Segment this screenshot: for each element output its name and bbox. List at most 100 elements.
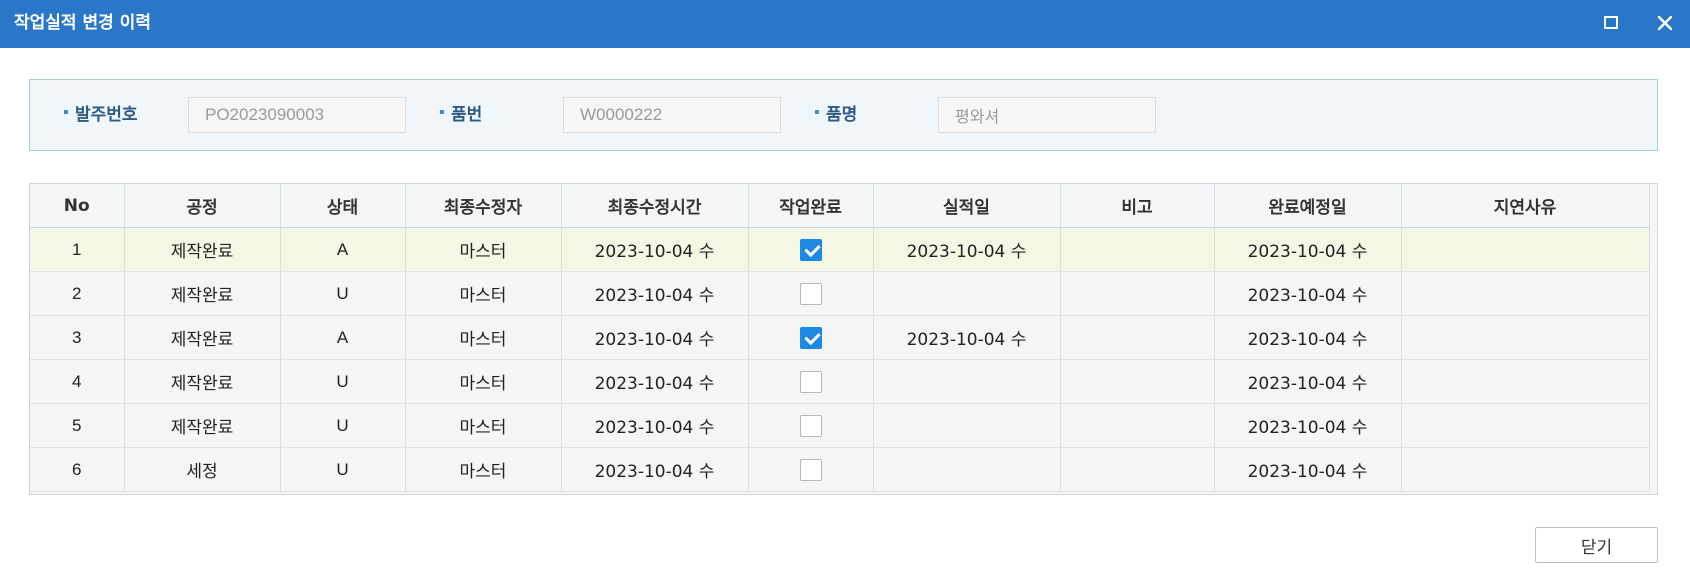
cell-modifier: 마스터 <box>405 315 562 360</box>
cell-due-date: 2023-10-04 수 <box>1214 447 1402 492</box>
cell-modifier: 마스터 <box>405 359 562 404</box>
table-row[interactable]: 2 제작완료 U 마스터 2023-10-04 수 2023-10-04 수 <box>30 271 1650 316</box>
cell-status: A <box>280 315 406 360</box>
column-header[interactable]: 작업완료 <box>748 184 874 228</box>
cell-result-date <box>873 447 1061 492</box>
maximize-icon <box>1604 16 1618 29</box>
cell-result-date: 2023-10-04 수 <box>873 315 1061 360</box>
table-row[interactable]: 5 제작완료 U 마스터 2023-10-04 수 2023-10-04 수 <box>30 403 1650 448</box>
cell-no: 1 <box>30 227 125 272</box>
bullet-icon <box>440 110 444 114</box>
part-name-field[interactable] <box>938 97 1156 133</box>
cell-modified-at: 2023-10-04 수 <box>561 271 749 316</box>
column-header[interactable]: 최종수정시간 <box>561 184 749 228</box>
cell-due-date: 2023-10-04 수 <box>1214 359 1402 404</box>
cell-note <box>1060 403 1215 448</box>
history-grid: No 공정 상태 최종수정자 최종수정시간 작업완료 실적일 비고 완료예정일 지연사유 1 제작완… <box>29 183 1658 495</box>
table-row[interactable]: 3 제작완료 A 마스터 2023-10-04 수 2023-10-04 수 2023-10… <box>30 315 1650 360</box>
column-header[interactable]: 비고 <box>1060 184 1215 228</box>
part-name-label: 품명 <box>815 80 857 150</box>
done-checkbox[interactable] <box>799 238 822 261</box>
column-header[interactable]: 최종수정자 <box>405 184 562 228</box>
cell-due-date: 2023-10-04 수 <box>1214 227 1402 272</box>
cell-delay-reason <box>1401 359 1650 404</box>
cell-result-date <box>873 271 1061 316</box>
cell-delay-reason <box>1401 447 1650 492</box>
history-table: No 공정 상태 최종수정자 최종수정시간 작업완료 실적일 비고 완료예정일 지연사유 1 제작완… <box>30 184 1650 492</box>
column-header[interactable]: 상태 <box>280 184 406 228</box>
bullet-icon <box>815 110 819 114</box>
cell-note <box>1060 359 1215 404</box>
cell-note <box>1060 227 1215 272</box>
column-header[interactable]: 공정 <box>124 184 281 228</box>
cell-modified-at: 2023-10-04 수 <box>561 403 749 448</box>
done-checkbox[interactable] <box>799 282 822 305</box>
cell-status: A <box>280 227 406 272</box>
cell-no: 4 <box>30 359 125 404</box>
cell-done <box>748 227 874 272</box>
cell-process: 제작완료 <box>124 227 281 272</box>
maximize-button[interactable] <box>1596 0 1626 46</box>
cell-delay-reason <box>1401 271 1650 316</box>
column-header[interactable]: No <box>30 184 125 228</box>
done-checkbox[interactable] <box>799 326 822 349</box>
part-no-field[interactable] <box>563 97 781 133</box>
table-row[interactable]: 4 제작완료 U 마스터 2023-10-04 수 2023-10-04 수 <box>30 359 1650 404</box>
cell-note <box>1060 315 1215 360</box>
cell-no: 3 <box>30 315 125 360</box>
table-row[interactable]: 6 세정 U 마스터 2023-10-04 수 2023-10-04 수 <box>30 447 1650 492</box>
cell-result-date <box>873 359 1061 404</box>
cell-result-date <box>873 403 1061 448</box>
cell-modified-at: 2023-10-04 수 <box>561 359 749 404</box>
cell-done <box>748 315 874 360</box>
cell-modifier: 마스터 <box>405 403 562 448</box>
cell-status: U <box>280 359 406 404</box>
cell-status: U <box>280 271 406 316</box>
done-checkbox[interactable] <box>799 414 822 437</box>
cell-modifier: 마스터 <box>405 447 562 492</box>
cell-done <box>748 447 874 492</box>
cell-delay-reason <box>1401 403 1650 448</box>
cell-done <box>748 403 874 448</box>
cell-process: 제작완료 <box>124 403 281 448</box>
cell-note <box>1060 271 1215 316</box>
cell-done <box>748 359 874 404</box>
cell-result-date: 2023-10-04 수 <box>873 227 1061 272</box>
cell-process: 제작완료 <box>124 359 281 404</box>
cell-modified-at: 2023-10-04 수 <box>561 227 749 272</box>
column-header[interactable]: 지연사유 <box>1401 184 1650 228</box>
column-header[interactable]: 실적일 <box>873 184 1061 228</box>
done-checkbox[interactable] <box>799 458 822 481</box>
column-header[interactable]: 완료예정일 <box>1214 184 1402 228</box>
close-window-button[interactable] <box>1650 0 1680 46</box>
cell-modifier: 마스터 <box>405 271 562 316</box>
window-title: 작업실적 변경 이력 <box>14 13 151 33</box>
search-panel: 발주번호 품번 품명 <box>29 79 1658 151</box>
bullet-icon <box>64 110 68 114</box>
header-row: No 공정 상태 최종수정자 최종수정시간 작업완료 실적일 비고 완료예정일 지연사유 <box>30 184 1650 228</box>
cell-no: 6 <box>30 447 125 492</box>
table-row[interactable]: 1 제작완료 A 마스터 2023-10-04 수 2023-10-04 수 2023-10… <box>30 227 1650 272</box>
window-titlebar: 작업실적 변경 이력 <box>0 0 1690 48</box>
close-button[interactable]: 닫기 <box>1535 527 1658 563</box>
cell-no: 2 <box>30 271 125 316</box>
cell-modified-at: 2023-10-04 수 <box>561 315 749 360</box>
cell-due-date: 2023-10-04 수 <box>1214 271 1402 316</box>
cell-modifier: 마스터 <box>405 227 562 272</box>
cell-status: U <box>280 403 406 448</box>
order-no-label: 발주번호 <box>64 80 138 150</box>
cell-status: U <box>280 447 406 492</box>
cell-delay-reason <box>1401 227 1650 272</box>
cell-due-date: 2023-10-04 수 <box>1214 315 1402 360</box>
grid-body: 1 제작완료 A 마스터 2023-10-04 수 2023-10-04 수 2023-10… <box>30 227 1650 492</box>
part-no-label: 품번 <box>440 80 482 150</box>
cell-no: 5 <box>30 403 125 448</box>
cell-modified-at: 2023-10-04 수 <box>561 447 749 492</box>
cell-done <box>748 271 874 316</box>
done-checkbox[interactable] <box>799 370 822 393</box>
cell-note <box>1060 447 1215 492</box>
order-no-field[interactable] <box>188 97 406 133</box>
cell-due-date: 2023-10-04 수 <box>1214 403 1402 448</box>
cell-delay-reason <box>1401 315 1650 360</box>
cell-process: 제작완료 <box>124 315 281 360</box>
